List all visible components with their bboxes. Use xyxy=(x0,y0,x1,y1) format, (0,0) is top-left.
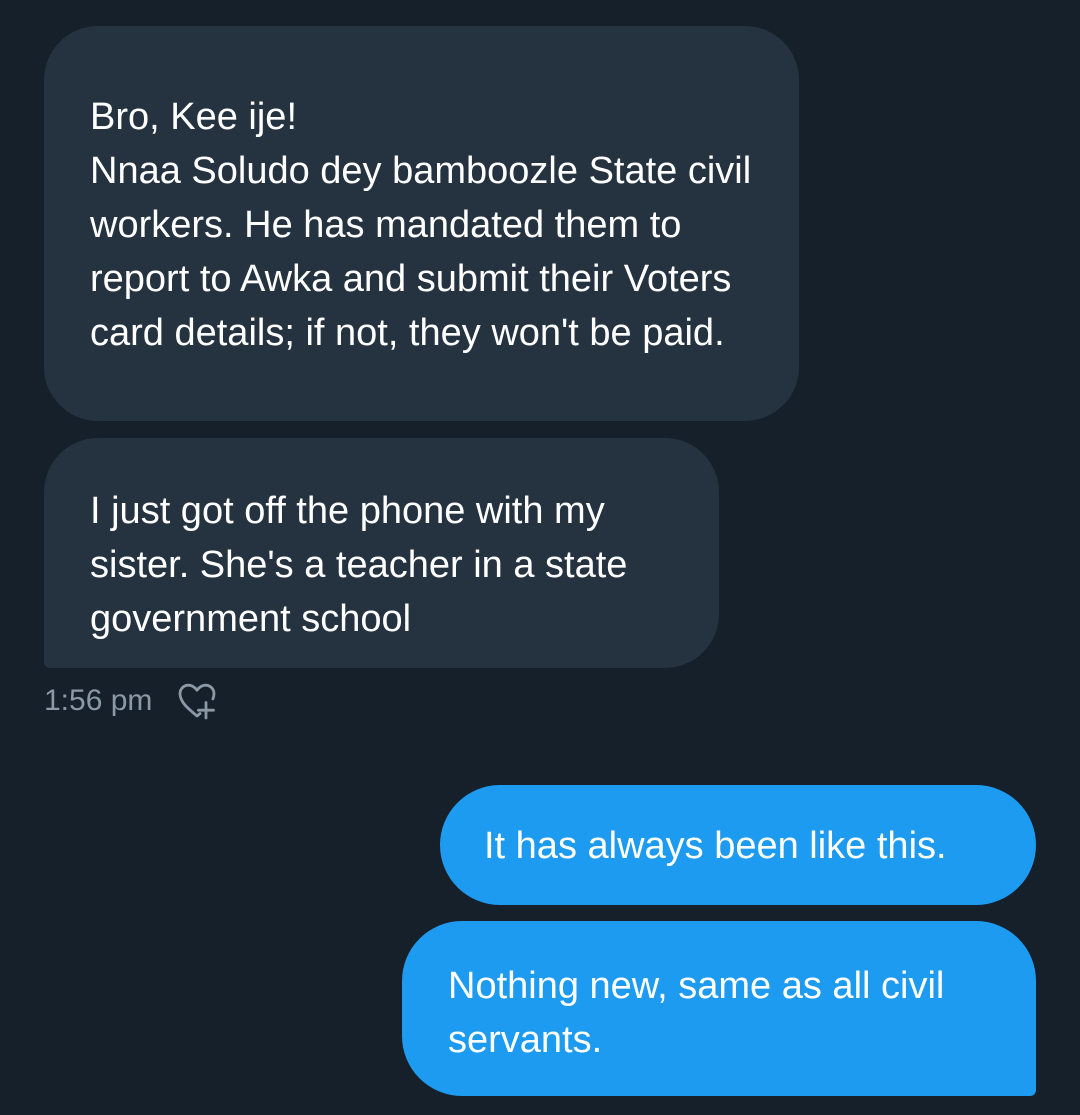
heart-plus-icon[interactable] xyxy=(176,680,218,722)
message-meta: 1:56 pm xyxy=(44,680,218,722)
sent-message-bubble[interactable]: It has always been like this. xyxy=(440,785,1036,905)
message-timestamp: 1:56 pm xyxy=(44,684,153,717)
received-message-bubble[interactable]: I just got off the phone with my sister.… xyxy=(44,438,719,668)
sent-message-bubble[interactable]: Nothing new, same as all civil servants. xyxy=(402,921,1036,1096)
received-message-bubble[interactable]: Bro, Kee ije! Nnaa Soludo dey bamboozle … xyxy=(44,26,799,421)
